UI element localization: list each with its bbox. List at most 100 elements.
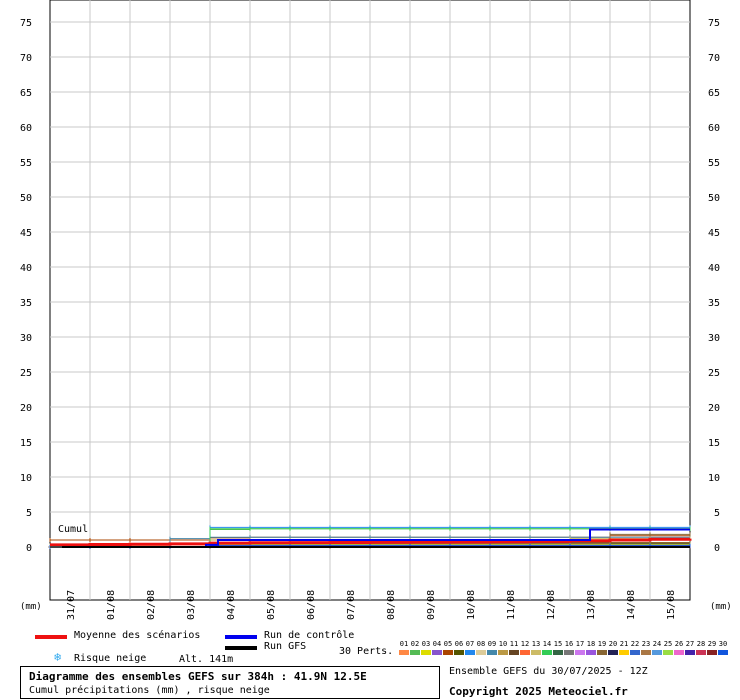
y-tick-label-right: 35: [708, 298, 720, 309]
pert-legend-swatch-25: [663, 650, 673, 655]
pert-legend-label-17: 17: [575, 640, 585, 648]
pert-legend-swatch-02: [410, 650, 420, 655]
pert-legend-swatch-11: [509, 650, 519, 655]
pert-legend-swatch-14: [542, 650, 552, 655]
x-tick-label: 14/08: [626, 590, 637, 620]
y-tick-label-right: 20: [708, 403, 720, 414]
x-tick-label: 04/08: [226, 590, 237, 620]
pert-legend-swatch-21: [619, 650, 629, 655]
pert-legend-swatch-15: [553, 650, 563, 655]
y-tick-label-left: 20: [20, 403, 32, 414]
x-tick-label: 31/07: [66, 590, 77, 620]
pert-legend-label-13: 13: [531, 640, 541, 648]
pert-legend-swatch-04: [432, 650, 442, 655]
legend-snow-label: Risque neige: [74, 653, 147, 664]
pert-legend-label-25: 25: [663, 640, 673, 648]
precipitation-chart: 0 05 510 1015 1520 2025 2530 3035 3540 4045 4550 50…: [20, 0, 732, 620]
x-tick-label: 03/08: [186, 590, 197, 620]
pert-legend-label-18: 18: [586, 640, 596, 648]
pert-legend-label-30: 30: [718, 640, 728, 648]
pert-legend-swatch-05: [443, 650, 453, 655]
legend-mean-swatch: [35, 635, 67, 639]
run-info: Ensemble GEFS du 30/07/2025 - 12Z: [449, 666, 648, 677]
pert-legend-label-02: 02: [410, 640, 420, 648]
pert-legend-label-06: 06: [454, 640, 464, 648]
y-tick-label-left: 35: [20, 298, 32, 309]
pert-legend-label-12: 12: [520, 640, 530, 648]
y-tick-label-right: 25: [708, 368, 720, 379]
y-tick-label-left: 5: [26, 508, 32, 519]
pert-legend-label-04: 04: [432, 640, 442, 648]
y-tick-label-right: 30: [708, 333, 720, 344]
legend-gfs-label: Run GFS: [264, 641, 307, 652]
y-tick-label-left: 65: [20, 88, 32, 99]
y-tick-label-right: 65: [708, 88, 720, 99]
legend-control-swatch: [225, 635, 257, 639]
pert-legend-label-23: 23: [641, 640, 651, 648]
legend-control-label: Run de contrôle: [264, 630, 355, 641]
footer-title: Diagramme des ensembles GEFS sur 384h : …: [29, 670, 367, 683]
pert-legend-swatch-01: [399, 650, 409, 655]
y-tick-label-right: 0: [714, 543, 720, 554]
pert-legend-swatch-28: [696, 650, 706, 655]
pert-legend-swatch-18: [586, 650, 596, 655]
pert-legend-swatch-06: [454, 650, 464, 655]
pert-legend-label-29: 29: [707, 640, 717, 648]
pert-legend-label-21: 21: [619, 640, 629, 648]
pert-legend-label-20: 20: [608, 640, 618, 648]
pert-legend-label-07: 07: [465, 640, 475, 648]
y-unit-left: (mm): [20, 602, 42, 612]
y-tick-label-right: 60: [708, 123, 720, 134]
pert-legend-swatch-22: [630, 650, 640, 655]
cumul-label: Cumul: [58, 524, 88, 535]
footer-box: Diagramme des ensembles GEFS sur 384h : …: [20, 666, 440, 699]
x-tick-label: 08/08: [386, 590, 397, 620]
snowflake-icon: ❄: [54, 650, 62, 664]
altitude-label: Alt. 141m: [179, 654, 234, 665]
pert-legend-swatch-19: [597, 650, 607, 655]
pert-legend-swatch-03: [421, 650, 431, 655]
y-tick-label-right: 10: [708, 473, 720, 484]
pert-legend-swatch-30: [718, 650, 728, 655]
y-tick-label-right: 50: [708, 193, 720, 204]
pert-legend-swatch-16: [564, 650, 574, 655]
x-tick-label: 12/08: [546, 590, 557, 620]
pert-legend-swatch-29: [707, 650, 717, 655]
pert-legend-swatch-09: [487, 650, 497, 655]
x-tick-label: 01/08: [106, 590, 117, 620]
pert-legend-label-11: 11: [509, 640, 519, 648]
x-tick-label: 09/08: [426, 590, 437, 620]
pert-legend-label-19: 19: [597, 640, 607, 648]
x-tick-label: 11/08: [506, 590, 517, 620]
y-tick-label-left: 0: [26, 543, 32, 554]
pert-legend-swatch-17: [575, 650, 585, 655]
y-unit-right: (mm): [710, 602, 732, 612]
pert-legend-label-01: 01: [399, 640, 409, 648]
pert-legend-label-27: 27: [685, 640, 695, 648]
x-tick-label: 15/08: [666, 590, 677, 620]
y-tick-label-left: 40: [20, 263, 32, 274]
pert-legend-label-14: 14: [542, 640, 552, 648]
y-tick-label-right: 5: [714, 508, 720, 519]
pert-legend-swatch-23: [641, 650, 651, 655]
y-tick-label-right: 15: [708, 438, 720, 449]
x-tick-label: 13/08: [586, 590, 597, 620]
pert-legend-label-05: 05: [443, 640, 453, 648]
y-tick-label-right: 70: [708, 53, 720, 64]
pert-legend-label-09: 09: [487, 640, 497, 648]
copyright: Copyright 2025 Meteociel.fr: [449, 685, 628, 698]
pert-legend-swatch-10: [498, 650, 508, 655]
pert-legend-label-16: 16: [564, 640, 574, 648]
y-tick-label-left: 10: [20, 473, 32, 484]
pert-legend-swatch-13: [531, 650, 541, 655]
pert-legend-label-22: 22: [630, 640, 640, 648]
perts-label: 30 Perts.: [339, 646, 394, 657]
pert-legend-label-08: 08: [476, 640, 486, 648]
y-tick-label-right: 55: [708, 158, 720, 169]
y-tick-label-left: 45: [20, 228, 32, 239]
pert-legend-swatch-08: [476, 650, 486, 655]
y-tick-label-left: 75: [20, 18, 32, 29]
y-tick-label-right: 45: [708, 228, 720, 239]
pert-legend-swatch-07: [465, 650, 475, 655]
y-tick-label-left: 50: [20, 193, 32, 204]
